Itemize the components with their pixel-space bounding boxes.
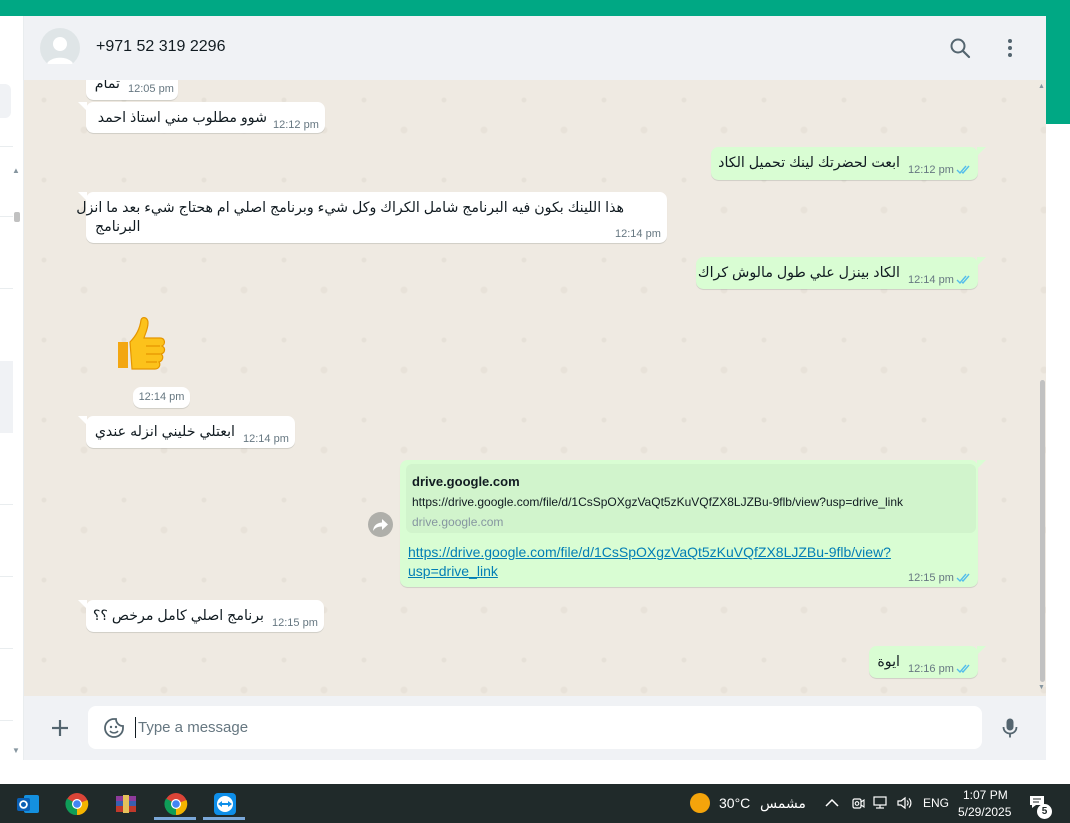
message-time: 12:14 pm: [243, 433, 289, 445]
taskbar-app-winrar[interactable]: [104, 787, 146, 820]
message-text: ابعتلي خليني انزله عندي: [94, 424, 235, 440]
weather-condition[interactable]: مشمس: [760, 795, 806, 812]
windows-taskbar: 30°C مشمس ENG 1:07 PM 5/29/2025 5: [0, 784, 1070, 823]
message-text: هذا اللينك بكون فيه البرنامج شامل الكراك…: [76, 200, 624, 216]
forward-icon[interactable]: [368, 512, 393, 537]
outlook-icon: [17, 795, 39, 813]
read-receipt-icon: [956, 664, 970, 674]
chat-list-divider: [0, 288, 13, 289]
message-outgoing[interactable]: drive.google.com https://drive.google.co…: [400, 460, 986, 587]
message-incoming[interactable]: ابعتلي خليني انزله عندي 12:14 pm: [78, 416, 295, 448]
message-incoming[interactable]: هذا اللينك بكون فيه البرنامج شامل الكراك…: [76, 192, 667, 243]
message-time: 12:14 pm: [133, 387, 190, 408]
message-text: الكاد بينزل علي طول مالوش كراك: [697, 265, 900, 281]
sticker-icon[interactable]: [102, 716, 126, 740]
camera-tray-icon[interactable]: [849, 794, 867, 812]
chat-list-scroll-up[interactable]: ▲: [12, 166, 20, 175]
message-composer: [24, 696, 1046, 760]
chat-scroll-down-arrow[interactable]: ▼: [1038, 684, 1045, 691]
link-preview-card[interactable]: drive.google.com https://drive.google.co…: [406, 464, 976, 533]
message-time: 12:15 pm: [908, 572, 954, 584]
clock-time[interactable]: 1:07 PM: [963, 788, 1008, 802]
active-app-indicator: [203, 817, 245, 820]
winrar-icon: [116, 795, 136, 813]
taskbar-app-chrome-active[interactable]: [154, 787, 196, 820]
message-time: 12:14 pm: [615, 228, 661, 240]
chat-list-panel: ▲ ▼: [0, 16, 24, 760]
link-preview-description: https://drive.google.com/file/d/1CsSpOXg…: [412, 495, 904, 509]
text-caret: [135, 717, 136, 738]
taskbar-app-outlook[interactable]: [6, 787, 48, 820]
message-text: البرنامج: [95, 219, 141, 235]
message-text: ايوة: [877, 654, 900, 670]
read-receipt-icon: [956, 275, 970, 285]
weather-temperature[interactable]: 30°C: [719, 795, 750, 811]
chat-list-scroll-down[interactable]: ▼: [12, 746, 20, 755]
chat-list-divider: [0, 648, 13, 649]
link-preview-domain: drive.google.com: [412, 515, 504, 529]
thumbs-up-emoji[interactable]: 👍: [110, 314, 168, 374]
chat-list-search-edge[interactable]: [0, 84, 11, 118]
message-text: ابعت لحضرتك لينك تحميل الكاد: [718, 155, 900, 171]
message-input-box: [88, 706, 982, 749]
chat-scrollbar-thumb[interactable]: [1040, 380, 1045, 682]
message-time: 12:15 pm: [272, 617, 318, 629]
message-incoming[interactable]: برنامج اصلي كامل مرخص ؟؟ 12:15 pm: [78, 600, 324, 632]
clock-date[interactable]: 5/29/2025: [958, 805, 1011, 819]
taskbar-app-chrome[interactable]: [55, 787, 97, 820]
chat-list-divider: [0, 720, 13, 721]
message-link[interactable]: https://drive.google.com/file/d/1CsSpOXg…: [408, 544, 891, 560]
sun-icon[interactable]: [690, 793, 710, 813]
message-time: 12:14 pm: [908, 274, 954, 286]
volume-icon[interactable]: [896, 794, 914, 812]
chat-header-bottom: [24, 64, 1038, 80]
message-outgoing[interactable]: ايوة 12:16 pm: [869, 646, 986, 678]
notification-count-badge: 5: [1037, 804, 1052, 819]
kebab-menu-icon[interactable]: [998, 36, 1022, 60]
plus-icon[interactable]: [48, 716, 72, 740]
teamviewer-icon: [214, 793, 236, 815]
message-link[interactable]: usp=drive_link: [408, 563, 498, 579]
message-time: 12:12 pm: [273, 119, 319, 131]
message-time: 12:16 pm: [908, 663, 954, 675]
input-language[interactable]: ENG: [923, 796, 949, 810]
microphone-icon[interactable]: [998, 716, 1022, 740]
window-bottom-gap: [0, 760, 1070, 784]
chrome-icon: [65, 793, 89, 816]
default-avatar-icon[interactable]: [40, 28, 80, 68]
message-time: 12:12 pm: [908, 164, 954, 176]
message-outgoing[interactable]: الكاد بينزل علي طول مالوش كراك 12:14 pm: [696, 257, 986, 289]
window-right-gap: [1046, 124, 1070, 760]
read-receipt-icon: [956, 573, 970, 583]
network-icon[interactable]: [872, 794, 890, 812]
chat-list-divider: [0, 146, 13, 147]
chat-scroll-up-arrow[interactable]: ▲: [1038, 83, 1045, 90]
message-text: شوو مطلوب مني استاذ احمد: [97, 110, 267, 126]
app-right-accent: [1046, 16, 1070, 124]
message-time: 12:05 pm: [128, 83, 174, 95]
chrome-icon: [164, 793, 188, 816]
chat-list-scrollbar[interactable]: [14, 212, 20, 222]
chat-list-divider: [0, 576, 13, 577]
chat-list-divider: [0, 504, 13, 505]
message-text: برنامج اصلي كامل مرخص ؟؟: [92, 608, 264, 624]
chat-list-item-active[interactable]: [0, 361, 13, 433]
message-incoming[interactable]: شوو مطلوب مني استاذ احمد 12:12 pm: [78, 102, 325, 133]
taskbar-app-teamviewer[interactable]: [203, 787, 245, 820]
active-app-indicator: [154, 817, 196, 820]
chat-list-divider: [0, 216, 13, 217]
contact-name[interactable]: +971 52 319 2296: [96, 38, 225, 56]
read-receipt-icon: [956, 165, 970, 175]
message-input[interactable]: [138, 706, 968, 749]
message-outgoing[interactable]: ابعت لحضرتك لينك تحميل الكاد 12:12 pm: [711, 147, 986, 180]
search-icon[interactable]: [948, 36, 972, 60]
link-preview-title: drive.google.com: [412, 474, 520, 489]
app-top-accent: [0, 0, 1070, 16]
chevron-up-icon[interactable]: [823, 794, 841, 812]
